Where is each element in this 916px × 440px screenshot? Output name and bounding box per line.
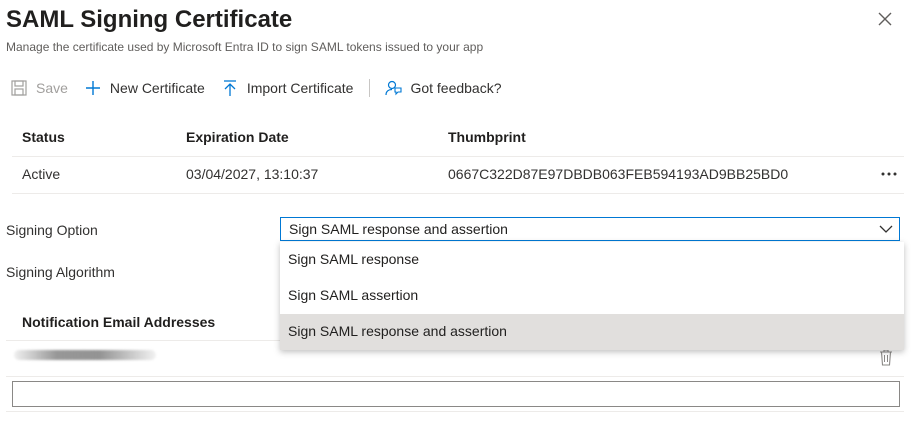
divider [6,376,904,377]
column-header-thumbprint: Thumbprint [448,129,526,145]
delete-email-button[interactable] [878,348,894,366]
trash-icon [880,349,892,366]
signing-option-label: Signing Option [6,222,98,238]
close-button[interactable] [874,8,896,30]
toolbar-divider [369,79,371,97]
more-options-button[interactable] [878,163,900,185]
option-label: Sign SAML response and assertion [288,323,507,339]
cert-thumbprint: 0667C322D87E97DBDB063FEB594193AD9BB25BD0 [448,166,789,182]
more-icon [881,172,897,176]
close-icon [878,12,892,26]
signing-algorithm-label: Signing Algorithm [6,264,115,280]
notification-email-header: Notification Email Addresses [22,314,216,330]
new-certificate-button[interactable]: New Certificate [84,79,205,97]
plus-icon [85,81,100,95]
cert-status: Active [22,166,61,182]
import-certificate-label: Import Certificate [246,80,354,96]
table-header-row: Status Expiration Date Thumbprint [12,120,904,157]
save-button[interactable]: Save [10,79,68,97]
chevron-down-icon [879,225,893,233]
signing-option-value: Sign SAML response and assertion [289,221,508,237]
page-title: SAML Signing Certificate [6,6,293,33]
option-label: Sign SAML assertion [288,287,419,303]
redacted-email [14,350,156,360]
save-icon [11,80,27,96]
table-row: Active 03/04/2027, 13:10:37 0667C322D87E… [12,157,904,194]
option-label: Sign SAML response [288,251,419,267]
feedback-label: Got feedback? [410,80,502,96]
email-input[interactable] [12,381,900,407]
signing-option-dropdown: Sign SAML response Sign SAML assertion S… [280,242,904,350]
option-sign-saml-response[interactable]: Sign SAML response [280,242,904,276]
feedback-icon [385,80,402,96]
option-sign-saml-assertion[interactable]: Sign SAML assertion [280,278,904,312]
import-certificate-button[interactable]: Import Certificate [221,79,354,97]
command-bar: Save New Certificate Import Certificate … [10,76,518,100]
certificate-table: Status Expiration Date Thumbprint Active… [12,120,904,194]
option-sign-saml-response-and-assertion[interactable]: Sign SAML response and assertion [280,314,904,350]
save-label: Save [36,80,68,96]
page-subtitle: Manage the certificate used by Microsoft… [6,40,484,54]
divider [6,411,904,412]
feedback-button[interactable]: Got feedback? [384,79,502,97]
signing-option-select[interactable]: Sign SAML response and assertion [280,217,900,241]
new-certificate-label: New Certificate [109,80,205,96]
upload-icon [223,80,236,96]
cert-expiration: 03/04/2027, 13:10:37 [186,166,319,182]
column-header-status: Status [22,129,65,145]
column-header-expiration: Expiration Date [186,129,289,145]
